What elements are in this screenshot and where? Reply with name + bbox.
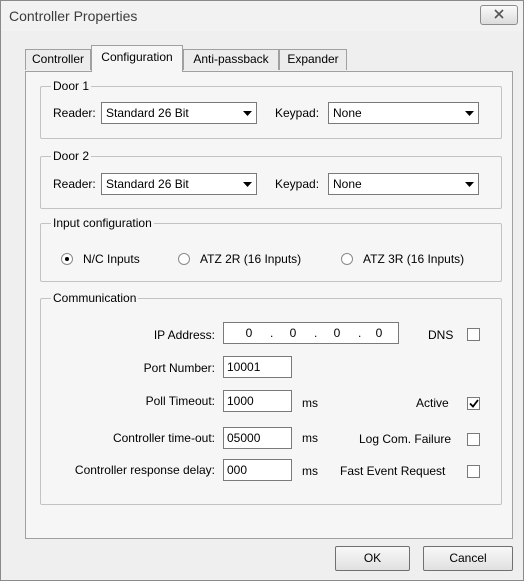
port-number-label: Port Number: [143, 361, 215, 375]
controller-timeout-unit: ms [302, 431, 318, 445]
input-config-group: Input configuration [40, 216, 502, 282]
port-number-input[interactable]: 10001 [223, 356, 292, 378]
fast-event-request-label: Fast Event Request [340, 464, 446, 478]
dns-checkbox[interactable] [467, 328, 480, 341]
controller-timeout-input[interactable]: 05000 [223, 427, 292, 449]
ip-octet-3: 0 [333, 326, 341, 340]
door2-legend: Door 2 [53, 149, 90, 163]
door2-reader-select[interactable]: Standard 26 Bit [101, 173, 257, 195]
tab-expander[interactable]: Expander [279, 49, 347, 70]
door2-reader-label: Reader: [53, 177, 96, 191]
ip-octet-2: 0 [289, 326, 297, 340]
door1-keypad-select[interactable]: None [328, 102, 479, 124]
door2-keypad-label: Keypad: [275, 177, 320, 191]
window-title: Controller Properties [9, 8, 138, 24]
door2-reader-value: Standard 26 Bit [106, 177, 189, 191]
radio-nc-inputs[interactable] [61, 253, 73, 265]
dropdown-arrow-icon [238, 103, 256, 123]
response-delay-label: Controller response delay: [74, 463, 215, 477]
door1-keypad-label: Keypad: [275, 106, 320, 120]
ip-address-input[interactable]: 0 . 0 . 0 . 0 [223, 322, 399, 344]
tab-anti-passback[interactable]: Anti-passback [183, 49, 279, 70]
fast-event-request-checkbox[interactable] [467, 465, 480, 478]
controller-timeout-label: Controller time-out: [112, 431, 215, 445]
ip-octet-1: 0 [245, 326, 253, 340]
cancel-button[interactable]: Cancel [423, 546, 513, 571]
radio-atz-2r-label: ATZ 2R (16 Inputs) [200, 252, 302, 266]
ip-dot: . [314, 326, 318, 340]
ok-button[interactable]: OK [335, 546, 410, 571]
dropdown-arrow-icon [460, 103, 478, 123]
door1-reader-label: Reader: [53, 106, 96, 120]
door1-reader-value: Standard 26 Bit [106, 106, 189, 120]
configuration-panel: Door 1 Reader: Standard 26 Bit Keypad: N… [25, 71, 513, 539]
ip-dot: . [270, 326, 274, 340]
controller-properties-dialog: Controller Properties Controller Configu… [0, 0, 524, 581]
log-com-failure-label: Log Com. Failure [359, 432, 452, 446]
dropdown-arrow-icon [460, 174, 478, 194]
door2-keypad-value: None [333, 177, 362, 191]
active-label: Active [416, 396, 449, 410]
tab-configuration[interactable]: Configuration [91, 45, 183, 72]
radio-atz-2r[interactable] [178, 253, 190, 265]
ip-octet-4: 0 [375, 326, 383, 340]
controller-timeout-value: 05000 [227, 431, 261, 445]
port-number-value: 10001 [227, 360, 261, 374]
poll-timeout-input[interactable]: 1000 [223, 390, 292, 412]
response-delay-unit: ms [302, 464, 318, 478]
dropdown-arrow-icon [238, 174, 256, 194]
poll-timeout-value: 1000 [227, 394, 254, 408]
checkmark-icon [468, 399, 479, 408]
radio-nc-inputs-label: N/C Inputs [83, 252, 140, 266]
door1-reader-select[interactable]: Standard 26 Bit [101, 102, 257, 124]
log-com-failure-checkbox[interactable] [467, 433, 480, 446]
radio-atz-3r-label: ATZ 3R (16 Inputs) [363, 252, 465, 266]
close-icon [494, 8, 504, 22]
ip-dot: . [358, 326, 362, 340]
communication-legend: Communication [53, 291, 137, 305]
door1-keypad-value: None [333, 106, 362, 120]
input-config-legend: Input configuration [53, 216, 152, 230]
door1-legend: Door 1 [53, 79, 90, 93]
active-checkbox[interactable] [467, 397, 480, 410]
title-bar: Controller Properties [1, 1, 523, 31]
close-button[interactable] [480, 5, 518, 25]
poll-timeout-label: Poll Timeout: [145, 394, 215, 408]
radio-atz-3r[interactable] [341, 253, 353, 265]
response-delay-value: 000 [227, 463, 248, 477]
door2-keypad-select[interactable]: None [328, 173, 479, 195]
poll-timeout-unit: ms [302, 396, 318, 410]
ip-address-label: IP Address: [153, 328, 215, 342]
dns-label: DNS [428, 328, 454, 342]
tab-controller[interactable]: Controller [25, 49, 91, 70]
response-delay-input[interactable]: 000 [223, 459, 292, 481]
